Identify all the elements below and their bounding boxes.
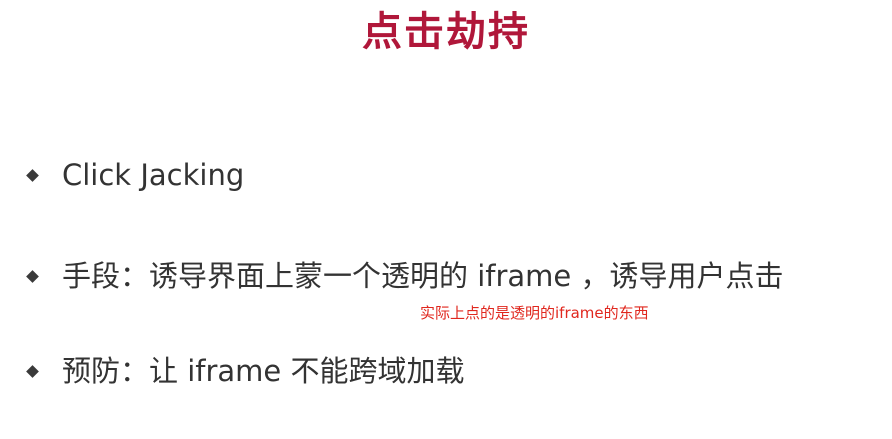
- slide: 点击劫持 Click Jacking 手段：诱导界面上蒙一个透明的 iframe…: [0, 0, 892, 439]
- diamond-bullet-icon: [26, 364, 39, 378]
- bullet-text: 手段：诱导界面上蒙一个透明的 iframe ，诱导用户点击: [62, 259, 784, 293]
- bullet-text: 预防：让 iframe 不能跨域加载: [62, 354, 465, 388]
- diamond-bullet-icon: [26, 168, 39, 182]
- bullet-text: Click Jacking: [62, 158, 245, 192]
- slide-title: 点击劫持: [362, 9, 530, 55]
- annotation-note: 实际上点的是透明的iframe的东西: [420, 304, 649, 322]
- bullet-item-method: 手段：诱导界面上蒙一个透明的 iframe ，诱导用户点击: [26, 258, 784, 294]
- bullet-item-prevention: 预防：让 iframe 不能跨域加载: [26, 353, 465, 389]
- bullet-item-click-jacking: Click Jacking: [26, 157, 245, 193]
- diamond-bullet-icon: [26, 269, 39, 283]
